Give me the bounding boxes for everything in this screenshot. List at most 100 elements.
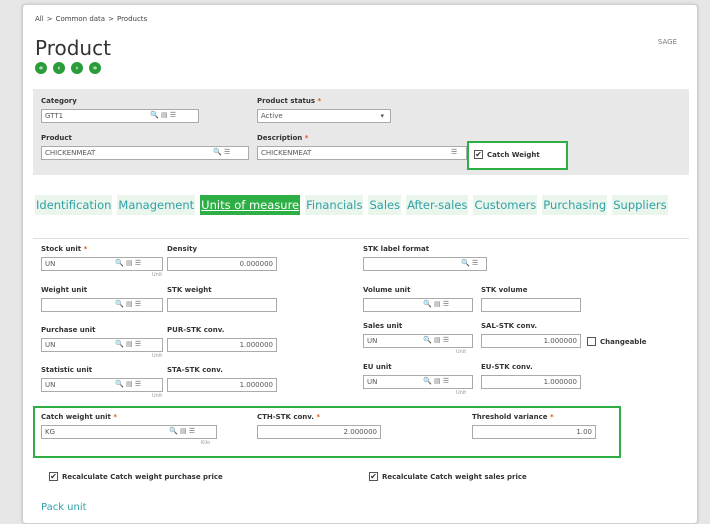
list-icon[interactable]: ☰ [135,259,141,267]
previous-record-button[interactable]: ‹ [53,62,65,74]
product-card: All > Common data > Products Product SAGE « … [22,4,698,524]
tab-management[interactable]: Management [117,195,196,215]
purchase-unit-desc: Unit [152,353,163,359]
search-icon[interactable]: 🔍 [115,340,124,348]
next-record-button[interactable]: › [71,62,83,74]
weight-unit-field[interactable] [41,298,163,312]
list-icon[interactable]: ☰ [135,380,141,388]
detail-icon[interactable]: ▤ [434,336,441,344]
search-icon[interactable]: 🔍 [461,259,470,267]
search-icon[interactable]: 🔍 [115,300,124,308]
stk-volume-field[interactable] [481,298,581,312]
changeable-checkbox[interactable] [587,337,596,346]
density-label: Density [167,245,198,253]
eu-unit-icons: 🔍 ▤ ☰ [423,377,449,385]
tab-customers[interactable]: Customers [473,195,538,215]
header-panel [33,89,689,175]
cth-stk-conv-field[interactable]: 2.000000 [257,425,381,439]
site-label: SAGE [657,38,677,46]
recalc-purchase-checkbox[interactable]: ✔ [49,472,58,481]
list-icon[interactable]: ☰ [189,427,195,435]
volume-unit-label: Volume unit [363,286,411,294]
list-icon[interactable]: ☰ [170,111,176,119]
stk-weight-field[interactable] [167,298,277,312]
eu-unit-field[interactable]: UN [363,375,473,389]
density-field[interactable]: 0.000000 [167,257,277,271]
detail-icon[interactable]: ▤ [161,111,168,119]
recalc-sales-option: ✔ Recalculate Catch weight sales price [369,472,527,481]
tab-bar: Identification Management Units of measure… [35,195,685,215]
pur-stk-conv-field[interactable]: 1.000000 [167,338,277,352]
tab-sales[interactable]: Sales [368,195,402,215]
search-icon[interactable]: 🔍 [115,259,124,267]
statistic-unit-desc: Unit [152,393,163,399]
search-icon[interactable]: 🔍 [423,377,432,385]
weight-unit-icons: 🔍 ▤ ☰ [115,300,141,308]
catch-weight-unit-desc: Kilo [201,440,211,446]
list-icon[interactable]: ☰ [472,259,478,267]
tab-purchasing[interactable]: Purchasing [542,195,608,215]
purchase-unit-label: Purchase unit [41,326,96,334]
detail-icon[interactable]: ▤ [434,377,441,385]
recalc-sales-checkbox[interactable]: ✔ [369,472,378,481]
purchase-unit-field[interactable]: UN [41,338,163,352]
list-icon[interactable]: ☰ [443,377,449,385]
search-icon[interactable]: 🔍 [213,148,222,156]
volume-unit-field[interactable] [363,298,473,312]
breadcrumb-products[interactable]: Products [117,15,147,23]
search-icon[interactable]: 🔍 [423,300,432,308]
list-icon[interactable]: ☰ [224,148,230,156]
product-status-select[interactable]: Active ▾ [257,109,391,123]
sales-unit-label: Sales unit [363,322,403,330]
tab-units-of-measure[interactable]: Units of measure [200,195,301,215]
breadcrumb-common-data[interactable]: Common data [56,15,106,23]
tab-financials[interactable]: Financials [305,195,364,215]
category-label: Category [41,97,77,105]
detail-icon[interactable]: ▤ [180,427,187,435]
list-icon[interactable]: ☰ [135,340,141,348]
sta-stk-conv-label: STA-STK conv. [167,366,223,374]
tab-suppliers[interactable]: Suppliers [612,195,668,215]
product-label: Product [41,134,72,142]
tab-after-sales[interactable]: After-sales [406,195,469,215]
detail-icon[interactable]: ▤ [126,340,133,348]
tab-identification[interactable]: Identification [35,195,113,215]
list-icon[interactable]: ☰ [443,300,449,308]
stk-label-format-icons: 🔍 ☰ [461,259,478,267]
breadcrumb-all[interactable]: All [35,15,44,23]
pur-stk-conv-label: PUR-STK conv. [167,326,225,334]
sta-stk-conv-field[interactable]: 1.000000 [167,378,277,392]
detail-icon[interactable]: ▤ [126,380,133,388]
stk-weight-label: STK weight [167,286,212,294]
description-label: Description * [257,134,309,142]
stock-unit-desc: Unit [152,272,163,278]
first-record-button[interactable]: « [35,62,47,74]
threshold-variance-field[interactable]: 1.00 [472,425,596,439]
detail-icon[interactable]: ▤ [434,300,441,308]
list-icon[interactable]: ☰ [443,336,449,344]
recalc-purchase-option: ✔ Recalculate Catch weight purchase price [49,472,223,481]
eu-unit-desc: Unit [456,390,467,396]
search-icon[interactable]: 🔍 [423,336,432,344]
last-record-button[interactable]: » [89,62,101,74]
statistic-unit-field[interactable]: UN [41,378,163,392]
sales-unit-field[interactable]: UN [363,334,473,348]
search-icon[interactable]: 🔍 [115,380,124,388]
list-icon[interactable]: ☰ [135,300,141,308]
catch-weight-checkbox-wrapper: ✔ Catch Weight [467,141,568,170]
detail-icon[interactable]: ▤ [126,259,133,267]
eu-unit-label: EU unit [363,363,392,371]
stock-unit-field[interactable]: UN [41,257,163,271]
sales-unit-icons: 🔍 ▤ ☰ [423,336,449,344]
detail-icon[interactable]: ▤ [126,300,133,308]
chevron-down-icon: ▾ [380,112,384,120]
catch-weight-checkbox[interactable]: ✔ [474,150,483,159]
eu-stk-conv-field[interactable]: 1.000000 [481,375,581,389]
description-field[interactable]: CHICKENMEAT [257,146,467,160]
sales-unit-desc: Unit [456,349,467,355]
sal-stk-conv-field[interactable]: 1.000000 [481,334,581,348]
search-icon[interactable]: 🔍 [150,111,159,119]
translate-icon[interactable]: ☰ [451,148,457,156]
required-icon: * [316,413,321,421]
search-icon[interactable]: 🔍 [169,427,178,435]
